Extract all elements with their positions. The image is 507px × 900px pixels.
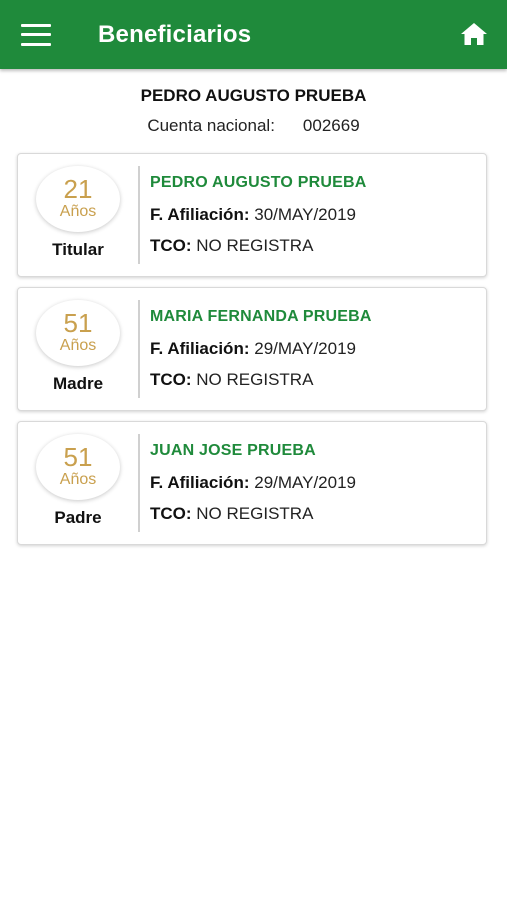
age-number: 51 (63, 308, 93, 338)
tco-label: TCO: (150, 504, 192, 523)
beneficiary-name: PEDRO AUGUSTO PRUEBA (150, 174, 367, 191)
affiliation-label: F. Afiliación: (150, 339, 250, 358)
tco-value: NO REGISTRA (196, 370, 314, 389)
affiliation-date: 30/MAY/2019 (254, 205, 356, 224)
tco-value: NO REGISTRA (196, 236, 314, 255)
relation-label: Titular (52, 240, 104, 259)
age-section: 51 Años Padre (18, 422, 138, 544)
age-unit: Años (59, 337, 97, 354)
age-badge: 21 Años (36, 166, 120, 232)
hamburger-menu-icon[interactable] (21, 23, 51, 46)
affiliation-row: F. Afiliación: 29/MAY/2019 (150, 473, 356, 495)
account-label: Cuenta nacional: (147, 116, 275, 135)
beneficiary-card[interactable]: 21 Años Titular PEDRO AUGUSTO PRUEBA F. … (17, 153, 487, 277)
age-number: 21 (63, 174, 93, 204)
tco-row: TCO: NO REGISTRA (150, 504, 356, 526)
tco-label: TCO: (150, 370, 192, 389)
age-number: 51 (63, 442, 93, 472)
affiliation-date: 29/MAY/2019 (254, 339, 356, 358)
home-icon[interactable] (460, 21, 488, 47)
relation-label: Padre (54, 508, 102, 527)
tco-label: TCO: (150, 236, 192, 255)
beneficiary-details: JUAN JOSE PRUEBA F. Afiliación: 29/MAY/2… (140, 422, 356, 544)
age-badge: 51 Años (36, 300, 120, 366)
holder-name: PEDRO AUGUSTO PRUEBA (140, 86, 367, 105)
beneficiary-card[interactable]: 51 Años Madre MARIA FERNANDA PRUEBA F. A… (17, 287, 487, 411)
affiliation-label: F. Afiliación: (150, 473, 250, 492)
tco-value: NO REGISTRA (196, 504, 314, 523)
affiliation-row: F. Afiliación: 30/MAY/2019 (150, 205, 366, 227)
age-section: 51 Años Madre (18, 288, 138, 410)
age-unit: Años (59, 203, 97, 220)
tco-row: TCO: NO REGISTRA (150, 236, 366, 258)
beneficiary-card[interactable]: 51 Años Padre JUAN JOSE PRUEBA F. Afilia… (17, 421, 487, 545)
age-section: 21 Años Titular (18, 154, 138, 276)
account-line: Cuenta nacional: 002669 (0, 115, 507, 137)
beneficiary-details: MARIA FERNANDA PRUEBA F. Afiliación: 29/… (140, 288, 372, 410)
account-header: PEDRO AUGUSTO PRUEBA Cuenta nacional: 002… (0, 85, 507, 137)
affiliation-label: F. Afiliación: (150, 205, 250, 224)
affiliation-date: 29/MAY/2019 (254, 473, 356, 492)
affiliation-row: F. Afiliación: 29/MAY/2019 (150, 339, 372, 361)
age-unit: Años (59, 471, 97, 488)
app-bar: Beneficiarios (0, 0, 507, 69)
relation-label: Madre (52, 374, 104, 393)
tco-row: TCO: NO REGISTRA (150, 370, 372, 392)
beneficiary-name: JUAN JOSE PRUEBA (150, 442, 316, 459)
account-number: 002669 (302, 116, 360, 135)
beneficiary-details: PEDRO AUGUSTO PRUEBA F. Afiliación: 30/M… (140, 154, 366, 276)
beneficiary-list: 21 Años Titular PEDRO AUGUSTO PRUEBA F. … (0, 153, 507, 545)
age-badge: 51 Años (36, 434, 120, 500)
page-title: Beneficiarios (98, 20, 252, 48)
beneficiary-name: MARIA FERNANDA PRUEBA (150, 308, 372, 325)
